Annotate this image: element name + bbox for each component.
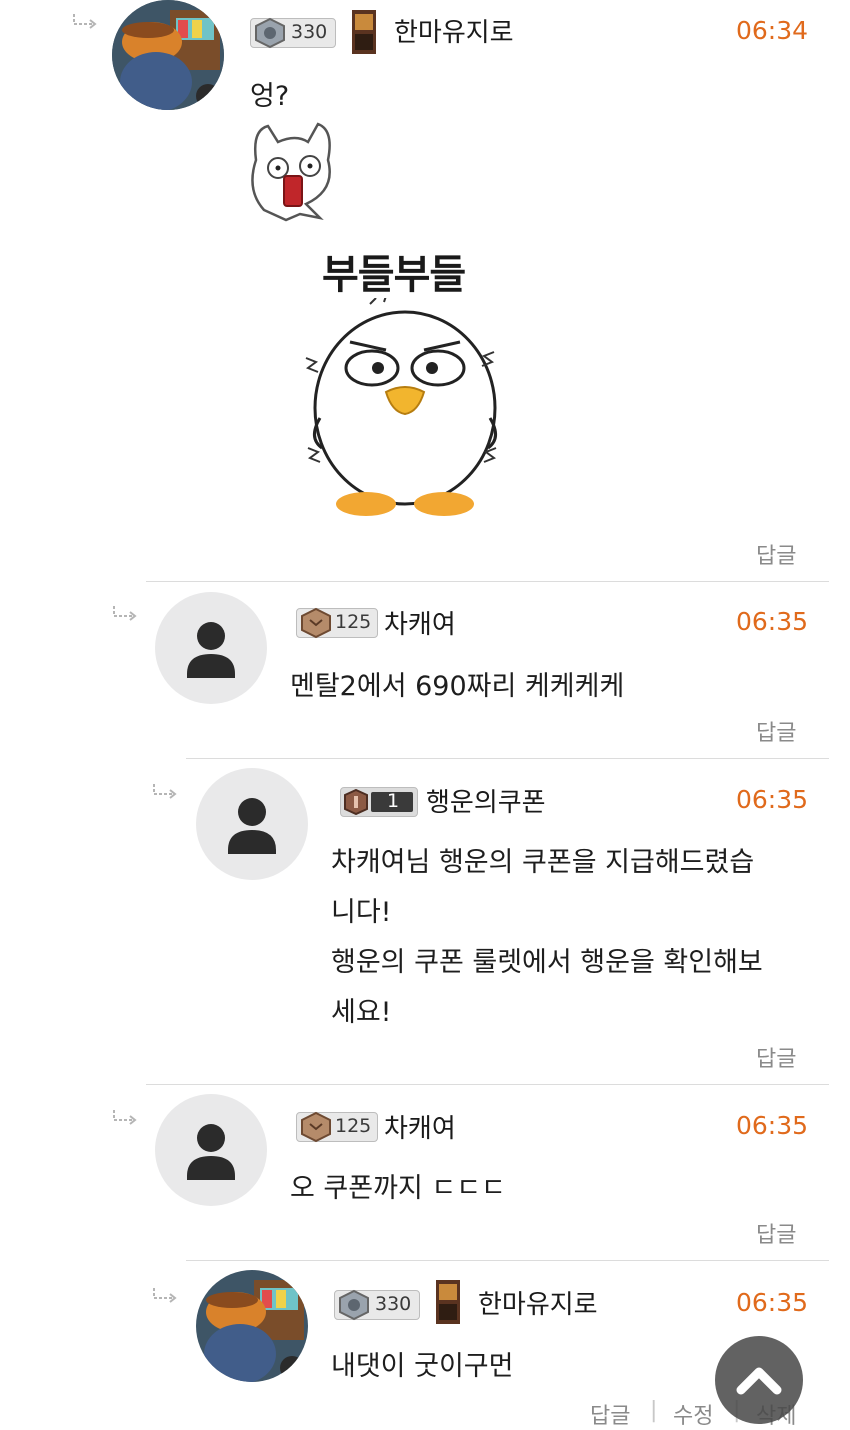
rank-emblem-icon — [352, 10, 376, 54]
reply-arrow-icon — [112, 604, 138, 627]
level-badge: 125 — [296, 1111, 378, 1143]
avatar[interactable] — [155, 1094, 267, 1206]
avatar[interactable] — [196, 768, 308, 880]
comment-text: 오 쿠폰까지 ㄷㄷㄷ — [290, 1173, 506, 1204]
comment-text: 내댓이 굿이구먼 — [331, 1351, 514, 1382]
level-number: 330 — [291, 21, 328, 43]
edit-button[interactable]: 수정 — [673, 1398, 713, 1430]
reply-arrow-icon — [152, 1286, 178, 1309]
divider — [186, 758, 829, 759]
reply-button[interactable]: 답글 — [756, 715, 796, 747]
reply-button[interactable]: 답글 — [756, 538, 796, 570]
comment-4: 125 차캐여 06:35 오 쿠폰까지 ㄷㄷㄷ 답글 — [0, 1086, 850, 1262]
level-number: 1 — [387, 790, 400, 812]
comment-2: 125 차캐여 06:35 멘탈2에서 690짜리 케케케케 답글 — [0, 582, 850, 760]
comment-text: 멘탈2에서 690짜리 케케케케 — [290, 671, 625, 702]
reply-button[interactable]: 답글 — [756, 1217, 796, 1249]
nickname[interactable]: 한마유지로 — [478, 1284, 598, 1321]
nickname[interactable]: 차캐여 — [384, 604, 456, 641]
avatar[interactable] — [196, 1270, 308, 1382]
user-silhouette-icon — [187, 1124, 235, 1180]
comment-text: 엉? — [250, 81, 290, 112]
reply-arrow-icon — [72, 12, 98, 35]
sticker-caption: 부들부들 — [322, 252, 466, 298]
level-badge: 330 — [334, 1289, 420, 1321]
nickname[interactable]: 행운의쿠폰 — [426, 782, 546, 819]
reply-arrow-icon — [152, 782, 178, 805]
level-number: 330 — [375, 1293, 412, 1315]
level-badge: 330 — [250, 17, 336, 49]
scroll-top-button[interactable] — [715, 1336, 803, 1424]
sticker-cat-image — [246, 120, 346, 224]
timestamp: 06:34 — [736, 16, 809, 45]
comment-text-line: 세요! — [331, 997, 392, 1028]
avatar[interactable] — [155, 592, 267, 704]
user-silhouette-icon — [228, 798, 276, 854]
avatar[interactable] — [112, 0, 224, 110]
nickname[interactable]: 차캐여 — [384, 1108, 456, 1145]
reply-button[interactable]: 답글 — [590, 1398, 630, 1430]
timestamp: 06:35 — [736, 1111, 809, 1140]
divider — [146, 1084, 829, 1085]
timestamp: 06:35 — [736, 785, 809, 814]
user-silhouette-icon — [187, 622, 235, 678]
nickname[interactable]: 한마유지로 — [394, 12, 514, 49]
rank-emblem-icon — [436, 1280, 460, 1324]
timestamp: 06:35 — [736, 607, 809, 636]
action-separator: | — [650, 1398, 658, 1423]
timestamp: 06:35 — [736, 1288, 809, 1317]
comment-1: 330 한마유지로 06:34 엉? 부들부들 답글 — [0, 0, 850, 582]
comment-text-line: 행운의 쿠폰 룰렛에서 행운을 확인해보 — [331, 947, 763, 978]
comment-3: 1 행운의쿠폰 06:35 차캐여님 행운의 쿠폰을 지급해드렸습 니다! 행운… — [0, 760, 850, 1086]
level-badge: 1 — [340, 787, 418, 817]
comment-text-line: 차캐여님 행운의 쿠폰을 지급해드렸습 — [331, 847, 755, 878]
comment-text-line: 니다! — [331, 897, 392, 928]
level-number: 125 — [335, 1115, 372, 1137]
level-number: 125 — [335, 611, 372, 633]
level-badge: 125 — [296, 607, 378, 639]
sticker-duck-image: 부들부들 — [300, 240, 510, 525]
divider — [186, 1260, 829, 1261]
reply-button[interactable]: 답글 — [756, 1041, 796, 1073]
chevron-up-icon — [736, 1367, 782, 1395]
reply-arrow-icon — [112, 1108, 138, 1131]
